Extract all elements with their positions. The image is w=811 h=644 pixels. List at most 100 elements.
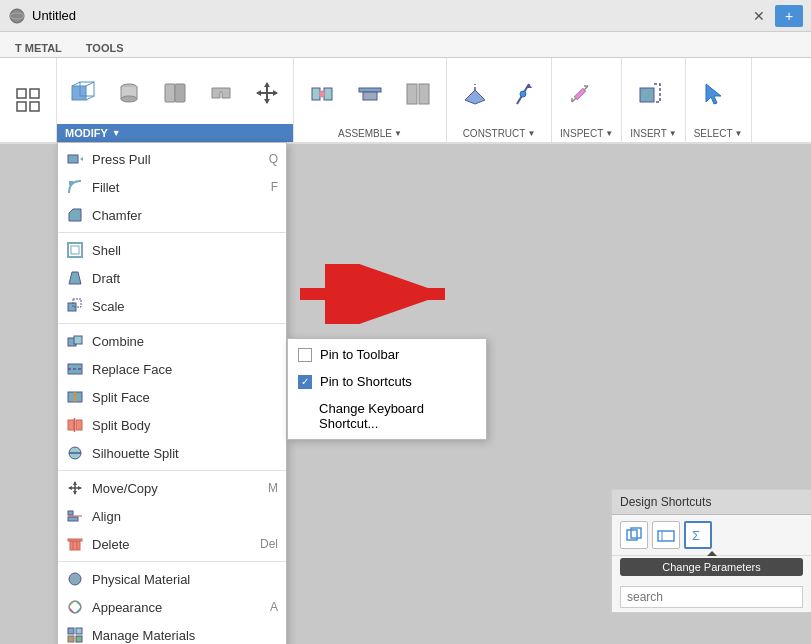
replace-face-label: Replace Face — [92, 362, 278, 377]
menu-item-silhouette-split[interactable]: Silhouette Split — [58, 439, 286, 467]
svg-point-0 — [10, 9, 24, 23]
menu-item-align[interactable]: Align — [58, 502, 286, 530]
select-label[interactable]: SELECT ▼ — [686, 126, 751, 142]
menu-item-split-face[interactable]: Split Face — [58, 383, 286, 411]
combine-icon — [66, 332, 84, 350]
assemble-label[interactable]: ASSEMBLE ▼ — [294, 126, 446, 142]
combine-label: Combine — [92, 334, 278, 349]
menu-item-physical-material[interactable]: Physical Material — [58, 565, 286, 593]
align-icon — [66, 507, 84, 525]
menu-item-delete[interactable]: Delete Del — [58, 530, 286, 558]
assemble-btn-2[interactable] — [348, 72, 392, 116]
shortcuts-search-input[interactable] — [620, 586, 803, 608]
svg-rect-3 — [30, 89, 39, 98]
construct-label[interactable]: CONSTRUCT ▼ — [447, 126, 551, 142]
modify-text: MODIFY — [65, 127, 108, 139]
split-body-icon — [66, 416, 84, 434]
submenu-change-keyboard[interactable]: Change Keyboard Shortcut... — [288, 395, 486, 437]
svg-rect-59 — [68, 628, 74, 634]
inspect-text: INSPECT — [560, 128, 603, 139]
svg-rect-87 — [658, 531, 674, 541]
pin-toolbar-label: Pin to Toolbar — [320, 347, 399, 362]
menu-item-appearance[interactable]: Appearance A — [58, 593, 286, 621]
construct-btn-2[interactable] — [501, 72, 545, 116]
menu-item-replace-face[interactable]: Replace Face — [58, 355, 286, 383]
svg-marker-25 — [80, 157, 83, 161]
modify-btn-2[interactable] — [107, 71, 151, 115]
select-btn[interactable] — [692, 72, 736, 116]
press-pull-shortcut: Q — [253, 152, 278, 166]
svg-line-10 — [86, 96, 94, 100]
svg-point-58 — [69, 601, 81, 613]
assemble-btn[interactable] — [300, 72, 344, 116]
menu-item-draft[interactable]: Draft — [58, 264, 286, 292]
svg-rect-17 — [175, 84, 185, 102]
svg-rect-24 — [68, 155, 78, 163]
construct-btn[interactable] — [453, 72, 497, 116]
design-shortcuts-panel: Design Shortcuts Σ Chang — [611, 489, 811, 613]
modify-dropdown: Press Pull Q Fillet F Chamfer — [57, 142, 287, 644]
select-text: SELECT — [694, 128, 733, 139]
pin-shortcuts-checkbox[interactable]: ✓ — [298, 375, 312, 389]
inspect-label[interactable]: INSPECT ▼ — [552, 126, 621, 142]
modify-btn-5[interactable] — [245, 71, 289, 115]
shortcuts-title: Design Shortcuts — [612, 490, 811, 515]
assemble-chevron: ▼ — [394, 129, 402, 138]
menu-item-press-pull[interactable]: Press Pull Q — [58, 145, 286, 173]
modify-btn-3[interactable] — [153, 71, 197, 115]
grid-view-button[interactable] — [6, 78, 50, 122]
svg-marker-82 — [706, 84, 721, 104]
plane-icon — [461, 80, 489, 108]
menu-item-manage-materials[interactable]: Manage Materials — [58, 621, 286, 644]
svg-rect-62 — [76, 636, 82, 642]
submenu-pin-toolbar[interactable]: Pin to Toolbar — [288, 341, 486, 368]
align-label: Align — [92, 509, 278, 524]
draft-icon — [66, 269, 84, 287]
menu-item-scale[interactable]: Scale — [58, 292, 286, 320]
menu-item-move-copy[interactable]: Move/Copy M — [58, 474, 286, 502]
joint-icon — [308, 80, 336, 108]
change-parameters-tooltip: Change Parameters — [620, 558, 803, 576]
svg-rect-52 — [70, 541, 80, 550]
split-body-label: Split Body — [92, 418, 278, 433]
toolbar-row: MODIFY ▼ Press Pull Q Fillet F — [0, 58, 811, 144]
pin-toolbar-checkbox[interactable] — [298, 348, 312, 362]
shortcut-icon-1[interactable] — [620, 521, 648, 549]
construct-group: CONSTRUCT ▼ — [447, 58, 552, 142]
close-button[interactable]: ✕ — [745, 5, 773, 27]
menu-item-fillet[interactable]: Fillet F — [58, 173, 286, 201]
title-bar: Untitled ✕ + — [0, 0, 811, 32]
menu-item-split-body[interactable]: Split Body — [58, 411, 286, 439]
svg-rect-60 — [76, 628, 82, 634]
inspect-chevron: ▼ — [605, 129, 613, 138]
svg-rect-71 — [419, 84, 429, 104]
modify-btn-4[interactable] — [199, 71, 243, 115]
svg-marker-48 — [78, 486, 82, 490]
svg-rect-38 — [68, 420, 74, 430]
insert-btn[interactable] — [628, 72, 672, 116]
menu-item-combine[interactable]: Combine — [58, 327, 286, 355]
add-tab-button[interactable]: + — [775, 5, 803, 27]
svg-rect-6 — [72, 86, 86, 100]
construct-chevron: ▼ — [527, 129, 535, 138]
svg-marker-46 — [73, 491, 77, 495]
svg-marker-47 — [68, 486, 72, 490]
insert-text: INSERT — [630, 128, 667, 139]
tab-tmetal[interactable]: T METAL — [4, 38, 73, 57]
delete-icon — [66, 535, 84, 553]
shell-icon — [66, 241, 84, 259]
cursor-icon — [700, 80, 728, 108]
replace-face-icon — [66, 360, 84, 378]
shortcut-icon-2[interactable] — [652, 521, 680, 549]
menu-item-chamfer[interactable]: Chamfer — [58, 201, 286, 229]
tab-tools[interactable]: TOOLS — [75, 38, 135, 57]
shortcut-icon-change-params[interactable]: Σ — [684, 521, 712, 549]
inspect-btn[interactable] — [558, 72, 602, 116]
arrow-indicator — [290, 264, 470, 324]
assemble-btn-3[interactable] — [396, 72, 440, 116]
menu-item-shell[interactable]: Shell — [58, 236, 286, 264]
submenu-pin-shortcuts[interactable]: ✓ Pin to Shortcuts — [288, 368, 486, 395]
insert-label[interactable]: INSERT ▼ — [622, 126, 684, 142]
modify-label[interactable]: MODIFY ▼ — [57, 124, 293, 142]
modify-btn-1[interactable] — [61, 71, 105, 115]
